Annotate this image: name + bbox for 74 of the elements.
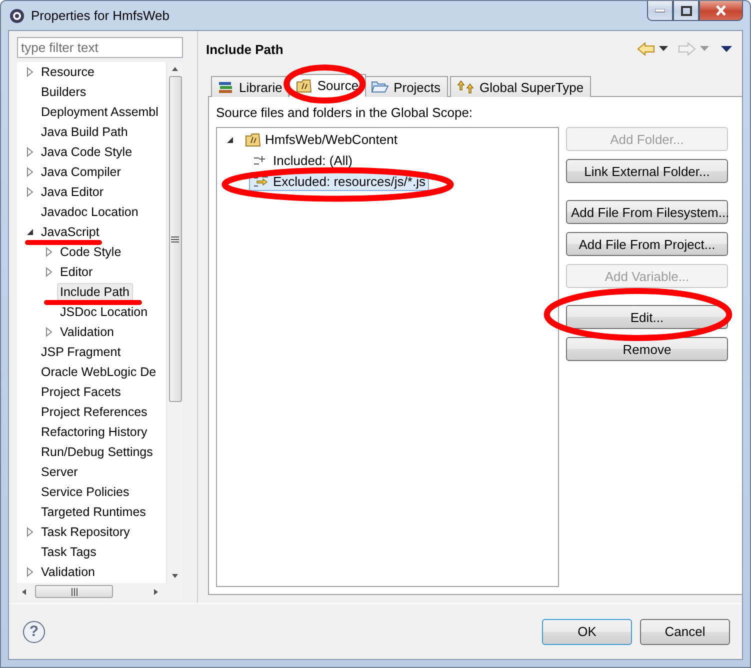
tree-item[interactable]: Java Compiler [38, 163, 124, 181]
tree-item-label: Included: (All) [273, 153, 352, 168]
tree-item[interactable]: Run/Debug Settings [38, 443, 156, 461]
dialog-button[interactable]: OK [542, 618, 632, 644]
tab-label: Global SuperType [480, 80, 584, 94]
tree-item[interactable]: Server [38, 463, 81, 481]
tree-item[interactable]: Javadoc Location [38, 203, 142, 221]
tree-item[interactable]: Refactoring History [38, 423, 150, 441]
menu-triangle-icon[interactable] [721, 46, 732, 52]
tree-item[interactable]: Resource [38, 63, 98, 81]
folder-icon [370, 80, 389, 94]
tree-item[interactable]: Targeted Runtimes [38, 503, 149, 521]
tree-item[interactable]: Deployment Assembl [38, 103, 162, 121]
tree-item[interactable]: Builders [38, 83, 90, 101]
action-button[interactable]: Add File From Project... [566, 232, 728, 256]
collapsed-arrow-icon[interactable] [44, 327, 54, 337]
tree-item[interactable]: Code Style [57, 243, 124, 261]
tab-label: Librarie [239, 80, 282, 94]
tab-label: Projects [394, 80, 441, 94]
minimize-icon [655, 8, 665, 12]
books-icon [218, 80, 234, 94]
tree-item[interactable]: Java Build Path [38, 123, 131, 141]
tab-label: Source [317, 78, 359, 93]
tab[interactable]: Projects [364, 76, 448, 97]
maximize-button[interactable] [673, 1, 699, 21]
collapsed-arrow-icon[interactable] [25, 67, 35, 77]
action-button[interactable]: Link External Folder... [566, 159, 728, 183]
action-button[interactable]: Add File From Filesystem... [566, 200, 728, 224]
window-title: Properties for HmfsWeb [31, 8, 170, 23]
minimize-button[interactable] [647, 1, 673, 21]
grip-icon [171, 236, 179, 242]
collapsed-arrow-icon[interactable] [25, 527, 35, 537]
tree-item[interactable]: Validation [38, 563, 98, 581]
tree-item[interactable]: Validation [57, 323, 117, 341]
tree-item[interactable]: Java Editor [38, 183, 107, 201]
grip-icon [70, 588, 78, 596]
tree-item[interactable]: Task Repository [38, 523, 133, 541]
maximize-icon [680, 6, 692, 16]
section-caption: Source files and folders in the Global Scope: [216, 105, 474, 120]
tree-item[interactable]: Oracle WebLogic De [38, 363, 160, 381]
tree-item[interactable]: JSDoc Location [57, 303, 151, 321]
collapsed-arrow-icon[interactable] [25, 567, 35, 577]
tree-item-label: Excluded: resources/js/*.js [273, 174, 426, 189]
tree-item[interactable]: Project Facets [38, 383, 124, 401]
tree-item[interactable]: Java Code Style [38, 143, 136, 161]
tree-item[interactable]: Included: (All) [249, 151, 356, 170]
tree-item[interactable]: Include Path [57, 283, 132, 301]
tree-item[interactable]: Service Policies [38, 483, 132, 501]
tree-item[interactable]: Editor [57, 263, 96, 281]
tab[interactable]: Global SuperType [450, 76, 591, 97]
exclude-filter-icon [253, 174, 269, 188]
up-arrows-icon [456, 80, 475, 94]
app-icon [9, 8, 25, 24]
page-title: Include Path [206, 42, 284, 56]
tab[interactable]: Librarie [211, 76, 290, 97]
action-button[interactable]: Edit... [566, 305, 728, 329]
filter-field[interactable]: type filter text [17, 37, 183, 58]
script-folder-icon [296, 78, 312, 92]
tree-item[interactable]: JSP Fragment [38, 343, 124, 361]
expanded-arrow-icon[interactable] [25, 227, 35, 237]
tree-item[interactable]: JavaScript [38, 223, 102, 241]
scroll-thumb[interactable] [35, 585, 113, 598]
close-button[interactable] [699, 1, 743, 21]
tree-item[interactable]: Task Tags [38, 543, 100, 561]
scroll-thumb[interactable] [168, 76, 182, 402]
action-button[interactable]: Remove [566, 337, 728, 361]
dialog-button[interactable]: Cancel [640, 618, 730, 644]
expanded-arrow-icon[interactable] [225, 134, 235, 144]
help-button[interactable]: ? [23, 620, 45, 642]
tree-item[interactable]: Project References [38, 403, 150, 421]
tree-item[interactable]: HmfsWeb/WebContent [265, 132, 398, 147]
caret-icon[interactable] [659, 46, 668, 52]
close-icon [715, 5, 727, 16]
script-folder-icon [245, 132, 261, 146]
